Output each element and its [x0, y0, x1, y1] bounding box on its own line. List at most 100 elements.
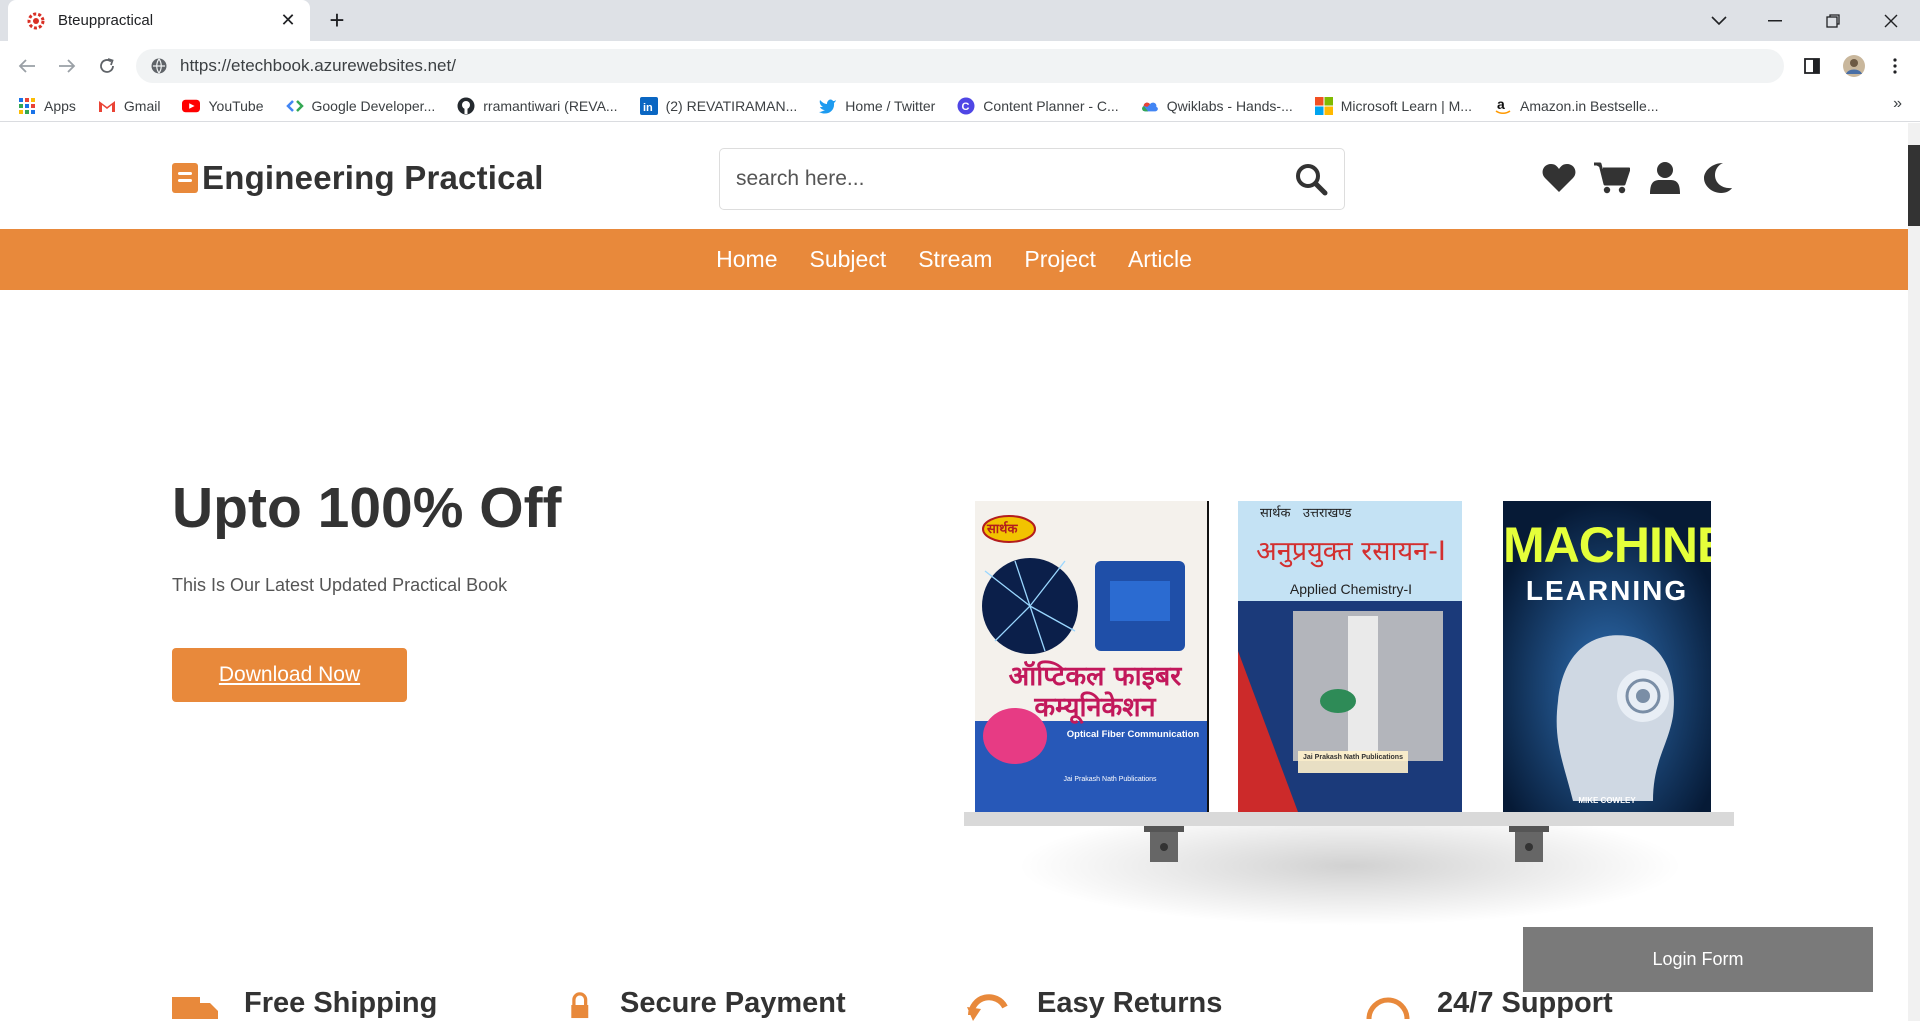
bookmark-label: YouTube — [208, 97, 264, 114]
login-form-button[interactable]: Login Form — [1523, 927, 1873, 992]
bookmark-label: (2) REVATIRAMAN... — [665, 97, 798, 114]
tab-search-chevron-icon[interactable] — [1696, 0, 1742, 41]
bookmark-microsoft-learn[interactable]: Microsoft Learn | M... — [1314, 96, 1472, 115]
new-tab-button[interactable]: + — [322, 6, 352, 36]
web-page: Engineering Practical Home — [0, 123, 1908, 1021]
book-shelf — [964, 812, 1734, 826]
bookmark-label: Microsoft Learn | M... — [1340, 97, 1472, 114]
truck-icon — [172, 997, 218, 1019]
header-icons — [1540, 159, 1752, 197]
book-1-publisher: Jai Prakash Nath Publications — [1063, 776, 1157, 783]
book-3-author: MIKE COWLEY — [1578, 796, 1636, 805]
reload-icon[interactable] — [92, 51, 122, 81]
book-1-subtitle: Optical Fiber Communication — [1066, 729, 1200, 740]
bookmark-linkedin[interactable]: in (2) REVATIRAMAN... — [639, 96, 798, 115]
site-header: Engineering Practical — [0, 123, 1908, 229]
svg-text:C: C — [962, 101, 970, 113]
heart-icon[interactable] — [1540, 159, 1578, 197]
logo-text: Engineering Practical — [202, 159, 544, 196]
side-panel-icon[interactable] — [1797, 51, 1827, 81]
nav-link-stream[interactable]: Stream — [918, 246, 992, 273]
bookmark-qwiklabs[interactable]: Qwiklabs - Hands-... — [1141, 97, 1293, 115]
cart-icon[interactable] — [1593, 159, 1631, 197]
moon-icon[interactable] — [1699, 159, 1737, 197]
bookmark-apps[interactable]: Apps — [18, 97, 76, 115]
bookmark-content-planner[interactable]: C Content Planner - C... — [957, 97, 1119, 115]
lock-icon — [571, 992, 589, 1019]
gmail-icon — [98, 100, 115, 112]
nav-link-project[interactable]: Project — [1024, 246, 1096, 273]
restore-icon[interactable] — [1810, 0, 1856, 41]
bookmark-label: Google Developer... — [311, 97, 436, 114]
feature-title: Easy Returns — [1037, 987, 1223, 1019]
book-cover-art: . — [975, 515, 1207, 812]
address-bar[interactable]: https://etechbook.azurewebsites.net/ — [136, 49, 1784, 83]
search-form — [719, 148, 1345, 210]
returns-icon — [967, 994, 1008, 1021]
browser-tab-active[interactable]: Bteuppractical ✕ — [8, 0, 310, 41]
apps-grid-icon — [19, 97, 35, 114]
forward-arrow-icon[interactable] — [52, 51, 82, 81]
book-icon — [172, 163, 198, 193]
github-icon — [457, 97, 475, 114]
gear-favicon-icon — [27, 12, 45, 29]
google-developers-icon — [285, 99, 304, 112]
bookmark-label: Content Planner - C... — [983, 97, 1119, 114]
search-input[interactable] — [736, 167, 1294, 191]
bookmark-label: Apps — [44, 97, 76, 114]
feature-title: Secure Payment — [620, 987, 846, 1019]
banner-subtitle: This Is Our Latest Updated Practical Boo… — [172, 575, 508, 595]
bookmark-label: Qwiklabs - Hands-... — [1166, 97, 1293, 114]
headset-icon — [1366, 997, 1410, 1020]
more-bookmarks-button[interactable]: » — [1893, 95, 1902, 113]
book-2-top-label: सार्थक उत्तराखण्ड — [1260, 506, 1352, 521]
main-nav: Home Subject Stream Project Article — [0, 229, 1908, 290]
youtube-icon — [182, 99, 201, 112]
twitter-icon — [819, 99, 837, 114]
url-text[interactable]: https://etechbook.azurewebsites.net/ — [180, 56, 456, 76]
browser-menu-icon[interactable] — [1880, 51, 1910, 81]
amazon-icon: a — [1495, 97, 1511, 114]
nav-link-article[interactable]: Article — [1128, 246, 1192, 273]
bookmark-google-developers[interactable]: Google Developer... — [285, 97, 436, 115]
close-tab-icon[interactable]: ✕ — [278, 10, 298, 31]
bookmark-github[interactable]: rramantiwari (REVA... — [457, 97, 618, 115]
tab-title: Bteuppractical — [58, 12, 154, 29]
book-cover-optical-fiber[interactable]: . सार्थक ऑप्टिकल फाइबर कम्यूनिकेशन Optic… — [975, 501, 1209, 812]
bookmark-youtube[interactable]: YouTube — [182, 97, 264, 115]
book-1-title: ऑप्टिकल फाइबर कम्यूनिकेशन — [1008, 661, 1182, 723]
linkedin-icon: in — [639, 96, 658, 115]
qwiklabs-icon — [1141, 102, 1158, 111]
user-icon[interactable] — [1646, 159, 1684, 197]
book-2-title: अनुप्रयुक्त रसायन-I — [1256, 536, 1446, 567]
content-planner-icon: C — [957, 97, 975, 114]
book-1-top-label: सार्थक — [987, 522, 1018, 537]
bookmark-label: Amazon.in Bestselle... — [1519, 97, 1659, 114]
book-cover-machine-learning[interactable]: MACHINE LEARNING MIKE COWLEY — [1503, 501, 1711, 812]
book-cover-applied-chemistry[interactable]: सार्थक उत्तराखण्ड अनुप्रयुक्त रसायन-I Ap… — [1238, 501, 1462, 812]
bookmark-label: rramantiwari (REVA... — [483, 97, 618, 114]
site-logo[interactable]: Engineering Practical — [172, 159, 544, 197]
bookmark-label: Home / Twitter — [845, 97, 936, 114]
page-scrollbar[interactable] — [1908, 123, 1920, 1021]
banner-title: Upto 100% Off — [172, 476, 562, 540]
scrollbar-thumb[interactable] — [1908, 145, 1920, 226]
search-icon[interactable] — [1294, 162, 1328, 196]
profile-avatar[interactable] — [1839, 51, 1869, 81]
bookmark-amazon[interactable]: a Amazon.in Bestselle... — [1494, 97, 1659, 115]
minimize-icon[interactable] — [1752, 0, 1798, 41]
bookmark-gmail[interactable]: Gmail — [98, 97, 160, 115]
feature-title: Free Shipping — [244, 987, 438, 1019]
shelf-shadow — [1015, 826, 1685, 926]
bookmark-twitter[interactable]: Home / Twitter — [819, 97, 935, 115]
site-info-globe-icon[interactable] — [150, 57, 168, 75]
feature-secure-payment: Secure Payment — [570, 985, 846, 1021]
back-arrow-icon[interactable] — [12, 51, 42, 81]
download-now-button[interactable]: Download Now — [172, 648, 407, 702]
svg-text:in: in — [643, 102, 653, 114]
nav-link-subject[interactable]: Subject — [810, 246, 887, 273]
book-3-title: MACHINE — [1503, 517, 1711, 573]
bookmarks-bar: Apps Gmail YouTube Google Developer... r… — [0, 90, 1920, 122]
close-window-icon[interactable] — [1868, 0, 1914, 41]
nav-link-home[interactable]: Home — [716, 246, 777, 273]
